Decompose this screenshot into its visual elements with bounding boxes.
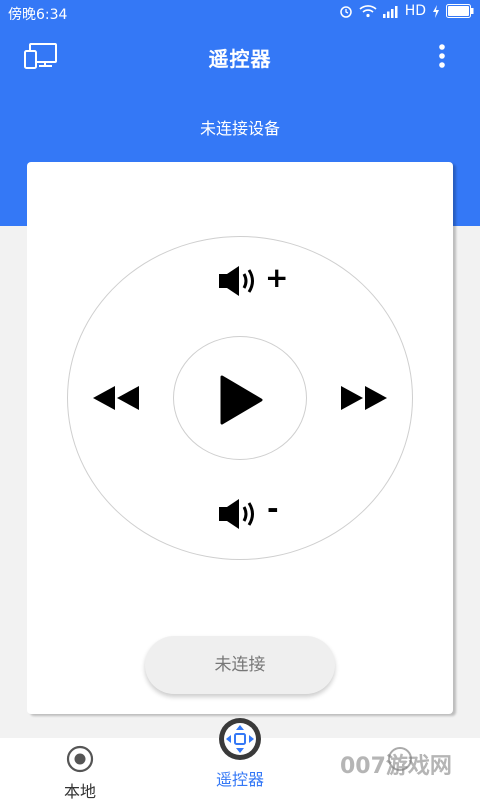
nav-item-local[interactable]: 本地 xyxy=(40,744,120,800)
speaker-icon xyxy=(219,266,254,296)
remote-card: + - 未连接 xyxy=(27,162,453,714)
connection-status: 未连接设备 xyxy=(199,119,280,138)
page-title: 遥控器 xyxy=(208,47,272,71)
network-type: HD xyxy=(404,3,426,19)
play-icon xyxy=(220,375,263,425)
nav-label-remote: 遥控器 xyxy=(215,770,264,789)
nav-item-other[interactable] xyxy=(360,744,440,778)
alarm-icon xyxy=(339,6,352,18)
fast-forward-icon xyxy=(341,386,387,410)
rewind-icon xyxy=(93,386,139,410)
nav-label-local: 本地 xyxy=(63,782,96,800)
battery-icon xyxy=(446,4,474,18)
connect-button[interactable]: 未连接 xyxy=(145,636,335,694)
dpad-icon xyxy=(219,718,261,760)
app-bar: 遥控器 xyxy=(0,26,480,86)
status-icons: HD xyxy=(339,3,474,19)
status-time: 傍晚6:34 xyxy=(8,7,68,23)
status-bar: 傍晚6:34 HD xyxy=(0,0,480,26)
fast-forward-button[interactable] xyxy=(339,384,389,412)
wifi-icon xyxy=(359,5,377,18)
record-icon xyxy=(66,745,94,773)
nav-item-remote[interactable]: 遥控器 xyxy=(190,716,290,790)
volume-up-sign: + xyxy=(265,261,289,294)
charging-icon xyxy=(433,4,439,18)
more-options-icon[interactable] xyxy=(434,42,450,70)
play-button[interactable] xyxy=(173,336,307,460)
unknown-icon xyxy=(388,747,412,771)
rewind-button[interactable] xyxy=(91,384,141,412)
volume-down-sign: - xyxy=(267,492,279,525)
signal-icon xyxy=(382,5,398,18)
speaker-icon xyxy=(219,499,254,529)
volume-down-button[interactable]: - xyxy=(217,492,289,532)
bottom-nav: 本地 遥控器 xyxy=(0,718,480,800)
